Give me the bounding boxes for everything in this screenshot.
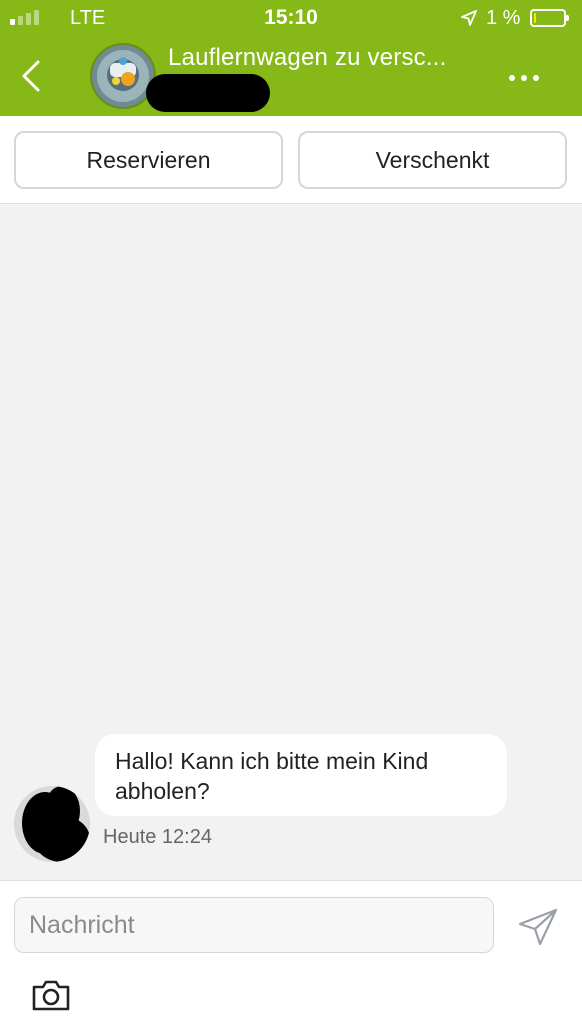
reserve-button[interactable]: Reservieren xyxy=(14,131,283,189)
sender-avatar[interactable] xyxy=(14,786,90,862)
message-timestamp: Heute 12:24 xyxy=(103,826,212,848)
message-bubble[interactable]: Hallo! Kann ich bitte mein Kind abholen? xyxy=(95,734,507,816)
battery-icon xyxy=(530,9,569,27)
paper-plane-icon xyxy=(518,908,558,946)
redacted-username xyxy=(146,74,270,112)
message-text: Hallo! Kann ich bitte mein Kind abholen? xyxy=(115,748,429,804)
location-arrow-icon xyxy=(461,10,477,26)
message-input[interactable] xyxy=(14,897,494,953)
camera-button[interactable] xyxy=(30,977,72,1013)
message-composer xyxy=(0,880,582,1033)
listing-actions: Reservieren Verschenkt xyxy=(0,116,582,204)
chevron-left-icon xyxy=(22,60,40,92)
battery-percent: 1 % xyxy=(486,7,521,29)
app-header: LTE 15:10 1 % Lauflernwagen zu versc... xyxy=(0,0,582,116)
mark-given-away-button[interactable]: Verschenkt xyxy=(298,131,567,189)
camera-icon xyxy=(32,980,70,1011)
more-options-button[interactable] xyxy=(504,66,544,90)
send-button[interactable] xyxy=(516,905,560,949)
walker-toy-image xyxy=(92,45,154,107)
status-bar: LTE 15:10 1 % xyxy=(0,0,582,38)
back-button[interactable] xyxy=(14,56,50,96)
ellipsis-icon xyxy=(509,75,515,81)
chat-title[interactable]: Lauflernwagen zu versc... xyxy=(168,44,446,72)
